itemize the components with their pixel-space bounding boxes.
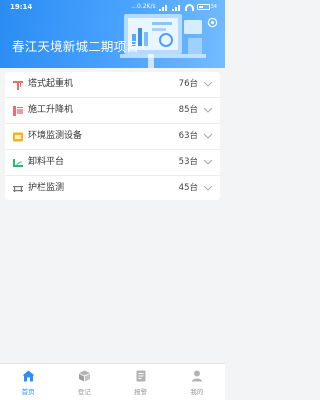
nav-item-profile[interactable]: 我的 xyxy=(169,364,225,400)
chevron-down-icon xyxy=(203,81,213,87)
list-item-count: 76台 xyxy=(178,79,198,89)
unloading-platform-icon xyxy=(12,157,24,169)
list-item-tower-crane[interactable]: 塔式起重机 76台 xyxy=(5,72,220,97)
settings-button[interactable] xyxy=(204,14,220,30)
nav-item-register[interactable]: 登记 xyxy=(56,364,112,400)
environment-monitor-icon xyxy=(12,131,24,143)
status-time: 19:14 xyxy=(10,3,33,11)
list-item-label: 卸料平台 xyxy=(28,157,65,167)
tower-crane-icon xyxy=(12,79,24,91)
nav-item-alarm[interactable]: 报警 xyxy=(113,364,169,400)
list-item-label: 施工升降机 xyxy=(28,105,74,115)
nav-label: 登记 xyxy=(77,388,91,396)
list-item-count: 85台 xyxy=(178,105,198,115)
list-item-label: 护栏监测 xyxy=(28,183,65,193)
alarm-icon xyxy=(134,369,148,383)
nav-label: 报警 xyxy=(134,388,148,396)
chevron-down-icon xyxy=(203,185,213,191)
nav-item-home[interactable]: 首页 xyxy=(0,364,56,400)
list-item-label: 塔式起重机 xyxy=(28,79,74,89)
settings-icon xyxy=(207,17,217,27)
construction-hoist-icon xyxy=(12,105,24,117)
project-title: 春江天境新城二期项目 xyxy=(12,39,140,54)
header-banner: 19:14 ...0.2K/s 34 春江天境新城二期项目 xyxy=(0,0,225,68)
chevron-down-icon xyxy=(203,107,213,113)
app-screen: 19:14 ...0.2K/s 34 春江天境新城二期项目 塔式起重机 76台 … xyxy=(0,0,225,400)
register-icon xyxy=(77,369,91,383)
list-item-count: 63台 xyxy=(178,131,198,141)
profile-icon xyxy=(190,369,204,383)
bottom-navigation: 首页 登记 报警 我的 xyxy=(0,363,225,400)
chevron-down-icon xyxy=(203,133,213,139)
list-item-guardrail-monitor[interactable]: 护栏监测 45台 xyxy=(5,176,220,201)
nav-label: 首页 xyxy=(21,388,35,396)
list-item-environment-monitor[interactable]: 环境监测设备 63台 xyxy=(5,124,220,149)
list-item-unloading-platform[interactable]: 卸料平台 53台 xyxy=(5,150,220,175)
home-icon xyxy=(21,369,35,383)
battery-level: 34 xyxy=(210,4,217,10)
equipment-list: 塔式起重机 76台 施工升降机 85台 环境监测设备 63台 卸料平台 53台 … xyxy=(5,72,220,200)
chevron-down-icon xyxy=(203,159,213,165)
list-item-label: 环境监测设备 xyxy=(28,131,83,141)
list-item-count: 45台 xyxy=(178,183,198,193)
list-item-count: 53台 xyxy=(178,157,198,167)
nav-label: 我的 xyxy=(190,388,204,396)
list-item-construction-hoist[interactable]: 施工升降机 85台 xyxy=(5,98,220,123)
guardrail-monitor-icon xyxy=(12,183,24,195)
